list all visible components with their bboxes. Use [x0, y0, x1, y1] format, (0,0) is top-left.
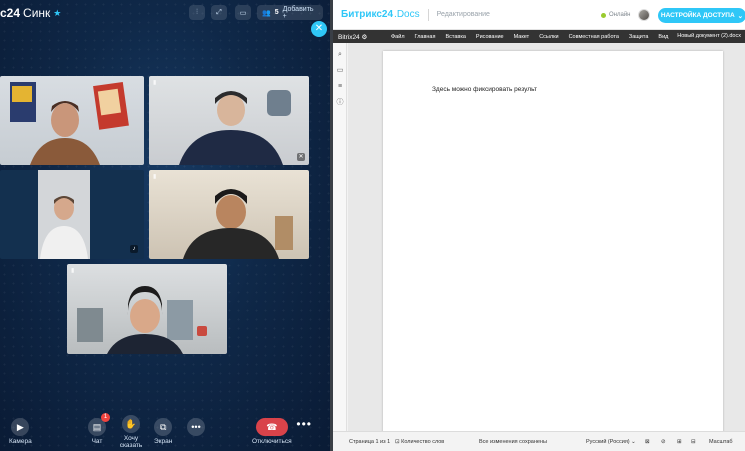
document-text[interactable]: Здесь можно фиксировать результ: [432, 86, 537, 93]
menu-tab[interactable]: Защита: [624, 34, 654, 40]
menu-tabs: Файл Главная Вставка Рисование Макет Ссы…: [386, 34, 673, 40]
participant-video: [179, 90, 291, 165]
bitrix-logo: c24: [0, 6, 21, 20]
participant-video: [38, 170, 90, 259]
chat-label: Чат: [91, 438, 103, 445]
call-controls: ▶ Камера ▤ 1 Чат ✋ Хочу сказать ⧉ Экран …: [0, 409, 330, 451]
call-title: Синк: [23, 6, 51, 20]
info-icon[interactable]: ⓘ: [336, 99, 344, 107]
participant-video: [183, 189, 293, 259]
save-status: Все изменения сохранены: [479, 439, 547, 445]
menu-tab[interactable]: Вставка: [440, 34, 470, 40]
close-icon: ✕: [314, 23, 324, 34]
raise-hand-label: Хочу сказать: [119, 435, 143, 449]
call-top-bar: c24 Синк ★ ⫶ ⤢ ▭ 👥 5 Добавить +: [0, 0, 330, 26]
expand-icon: ⤢: [216, 8, 222, 16]
signal-icon: ▮: [153, 174, 157, 180]
header-separator: [427, 8, 429, 21]
chevron-down-icon: ⌄: [737, 12, 744, 20]
fit-page-icon[interactable]: ⊞: [677, 439, 682, 445]
camera-icon: ▶: [11, 418, 30, 436]
fullscreen-button[interactable]: ⤢: [211, 5, 227, 20]
video-tile-2[interactable]: ▮ ✕: [149, 76, 309, 165]
grid-view-button[interactable]: ⫶: [189, 5, 205, 20]
chat-button[interactable]: ▤ 1 Чат: [88, 413, 110, 445]
chat-toggle-button[interactable]: ▭: [235, 5, 251, 20]
signal-icon: ▮: [71, 268, 75, 274]
access-settings-label: НАСТРОЙКА ДОСТУПА: [660, 12, 735, 19]
language-select[interactable]: Русский (Россия) ⌄: [586, 439, 636, 445]
menu-tab[interactable]: Файл: [386, 34, 410, 40]
screen-share-label: Экран: [154, 438, 173, 445]
chat-unread-badge: 1: [101, 413, 110, 422]
docs-logo-main: Битрикс24: [341, 9, 394, 20]
access-settings-button[interactable]: НАСТРОЙКА ДОСТУПА ⌄: [658, 8, 745, 23]
add-participant-label: Добавить +: [282, 5, 314, 20]
screen-share-button[interactable]: ⧉ Экран: [154, 418, 172, 445]
menu-tab[interactable]: Вид: [653, 34, 673, 40]
word-count-button[interactable]: ⊡ Количество слов: [395, 439, 444, 445]
participants-button[interactable]: 👥 5 Добавить +: [257, 5, 323, 20]
close-panel-button[interactable]: ✕: [311, 21, 327, 37]
navigation-icon[interactable]: ≡: [336, 83, 344, 91]
comment-icon[interactable]: ▭: [336, 67, 344, 75]
document-canvas: Здесь можно фиксировать результ: [348, 43, 745, 433]
page-counter: Страница 1 из 1: [349, 439, 391, 445]
edit-mode-label: Редактирование: [436, 11, 490, 18]
menu-tab[interactable]: Ссылки: [534, 34, 563, 40]
chat-bubble-icon: ▭: [239, 9, 247, 17]
more-button[interactable]: •••: [187, 418, 205, 445]
video-tile-3[interactable]: ♪: [0, 170, 144, 259]
mic-off-icon: ♪: [130, 245, 138, 253]
spellcheck-icon[interactable]: ⊠: [645, 439, 650, 445]
people-icon: 👥: [262, 9, 271, 17]
screen-share-icon: ⧉: [154, 418, 173, 436]
docs-header: Битрикс24 .Docs Редактирование Онлайн НА…: [333, 0, 745, 30]
participant-video: [10, 81, 129, 165]
grid-icon: ⫶: [196, 8, 198, 16]
video-call-panel: c24 Синк ★ ⫶ ⤢ ▭ 👥 5 Добавить + ✕ ▮ ✕ ♪ …: [0, 0, 330, 451]
zoom-label[interactable]: Масштаб: [709, 439, 733, 445]
camera-label: Камера: [9, 438, 32, 445]
overflow-menu-icon[interactable]: •••: [296, 417, 312, 431]
fit-width-icon[interactable]: ⊟: [691, 439, 696, 445]
online-label: Онлайн: [609, 12, 631, 18]
video-tile-5[interactable]: ▮: [67, 264, 227, 354]
mic-off-icon: ✕: [297, 153, 305, 161]
star-icon[interactable]: ★: [53, 8, 61, 19]
raise-hand-button[interactable]: ✋ Хочу сказать: [118, 415, 144, 449]
menu-tab[interactable]: Макет: [509, 34, 535, 40]
chat-icon: ▤ 1: [88, 413, 110, 436]
more-icon: •••: [187, 418, 205, 436]
left-tool-rail: ⌕ ▭ ≡ ⓘ: [333, 43, 347, 431]
hangup-label: Отключиться: [252, 438, 292, 445]
document-page[interactable]: Здесь можно фиксировать результ: [383, 51, 723, 433]
participants-count: 5: [274, 9, 279, 16]
editor-logo: Bitrix24 ⚙: [338, 33, 368, 41]
hand-icon: ✋: [122, 415, 140, 433]
call-brand: c24 Синк ★: [0, 6, 61, 20]
online-dot-icon: [601, 12, 606, 18]
editor-menu-bar: Bitrix24 ⚙ Файл Главная Вставка Рисовани…: [333, 30, 745, 43]
search-icon[interactable]: ⌕: [336, 51, 344, 59]
avatar[interactable]: [638, 9, 650, 21]
status-bar: Страница 1 из 1 ⊡ Количество слов Все из…: [333, 431, 745, 451]
docs-panel: Битрикс24 .Docs Редактирование Онлайн НА…: [333, 0, 745, 451]
document-name: Новый документ (2).docx: [677, 33, 741, 39]
participant-video: [77, 286, 207, 354]
menu-tab[interactable]: Рисование: [471, 34, 509, 40]
online-status: Онлайн: [601, 12, 630, 18]
video-tile-4[interactable]: ▮: [149, 170, 309, 259]
video-tile-1[interactable]: [0, 76, 144, 165]
hangup-button[interactable]: ☎ Отключиться: [252, 418, 292, 445]
camera-button[interactable]: ▶ Камера: [9, 418, 32, 445]
phone-hangup-icon: ☎: [255, 418, 288, 436]
menu-tab[interactable]: Главная: [410, 34, 441, 40]
docs-logo: Битрикс24 .Docs: [341, 9, 420, 20]
track-changes-icon[interactable]: ⊘: [661, 439, 666, 445]
menu-tab[interactable]: Совместная работа: [564, 34, 624, 40]
docs-logo-suffix: .Docs: [394, 9, 420, 20]
signal-icon: ▮: [153, 80, 157, 86]
